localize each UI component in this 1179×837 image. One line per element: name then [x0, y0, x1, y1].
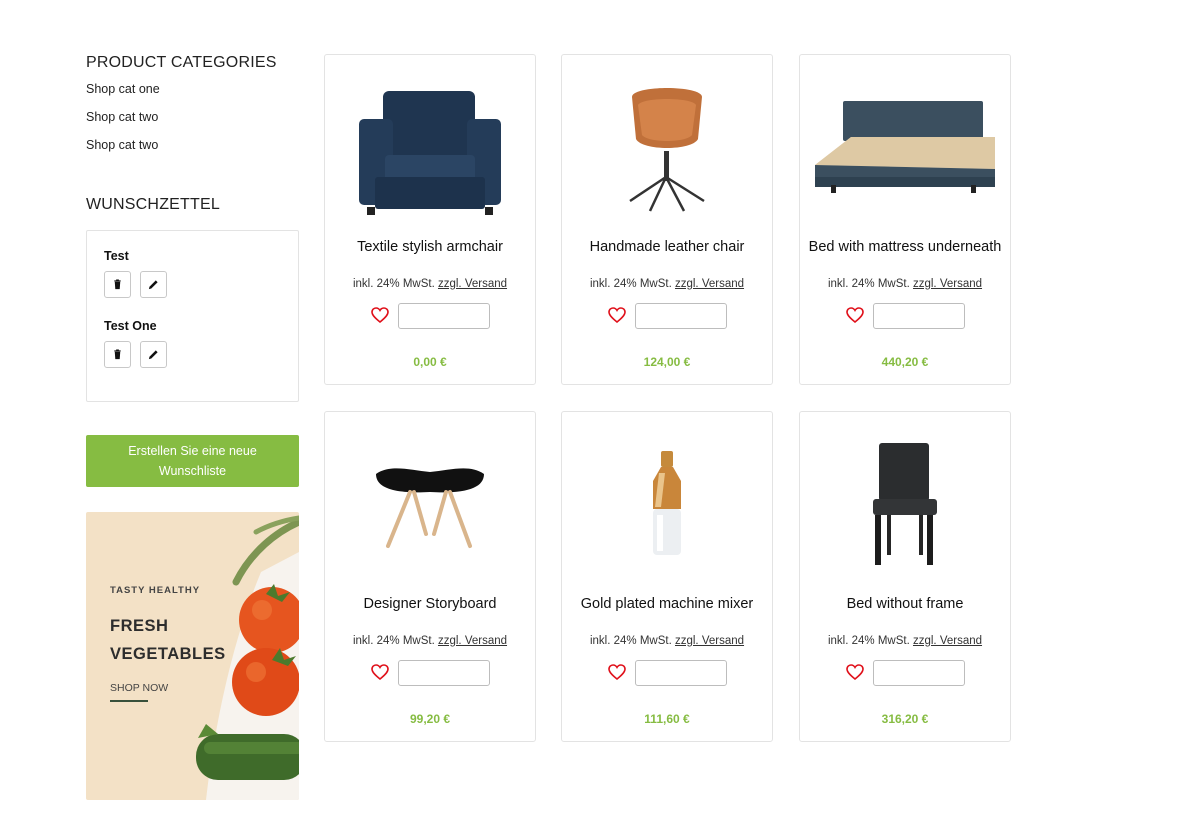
product-card: Bed without frame inkl. 24% MwSt. zzgl. …: [799, 411, 1011, 742]
product-title[interactable]: Bed without frame: [806, 595, 1004, 613]
shipping-link[interactable]: zzgl. Versand: [438, 278, 507, 290]
stool-image: [376, 467, 484, 548]
shipping-link[interactable]: zzgl. Versand: [913, 278, 982, 290]
tax-text: inkl. 24% MwSt.: [352, 278, 435, 290]
quantity-input[interactable]: [873, 303, 965, 329]
product-card: Bed with mattress underneath inkl. 24% M…: [799, 54, 1011, 385]
product-card: Handmade leather chair inkl. 24% MwSt. z…: [561, 54, 773, 385]
mixer-image: [653, 450, 681, 555]
create-wishlist-button[interactable]: Erstellen Sie eine neue Wunschliste: [86, 435, 299, 487]
edit-wishlist-button[interactable]: [140, 271, 167, 298]
shipping-link[interactable]: zzgl. Versand: [438, 635, 507, 647]
bed-image: [815, 100, 995, 193]
shipping-link[interactable]: zzgl. Versand: [913, 635, 982, 647]
shipping-link[interactable]: zzgl. Versand: [675, 278, 744, 290]
tax-info: inkl. 24% MwSt. zzgl. Versand: [800, 635, 1010, 647]
heart-icon[interactable]: [846, 664, 864, 680]
heart-icon[interactable]: [371, 307, 389, 323]
wishlist-actions: [104, 271, 298, 298]
shipping-link[interactable]: zzgl. Versand: [675, 635, 744, 647]
product-title[interactable]: Designer Storyboard: [331, 595, 529, 613]
product-price: 0,00 €: [413, 355, 447, 369]
heart-icon[interactable]: [846, 307, 864, 323]
product-image[interactable]: [336, 426, 524, 581]
tax-text: inkl. 24% MwSt.: [352, 635, 435, 647]
wishlist-name[interactable]: Test One: [104, 318, 298, 334]
wishlist-heading: WUNSCHZETTEL: [86, 196, 220, 213]
trash-icon: [114, 349, 121, 360]
quantity-input[interactable]: [398, 303, 490, 329]
pencil-icon: [148, 280, 158, 290]
heart-icon[interactable]: [608, 664, 626, 680]
quantity-input[interactable]: [873, 660, 965, 686]
heart-icon[interactable]: [371, 664, 389, 680]
banner-underline: [110, 700, 148, 702]
banner-tagline: TASTY HEALTHY: [110, 585, 201, 596]
quantity-input[interactable]: [398, 660, 490, 686]
product-image[interactable]: [811, 426, 999, 581]
heart-icon[interactable]: [608, 307, 626, 323]
edit-wishlist-button[interactable]: [140, 341, 167, 368]
leather-chair-image: [629, 87, 705, 212]
category-list: Shop cat one Shop cat two Shop cat two: [86, 80, 299, 164]
product-title[interactable]: Gold plated machine mixer: [568, 595, 766, 613]
quantity-input[interactable]: [635, 303, 727, 329]
product-image[interactable]: [811, 69, 999, 224]
categories-heading: PRODUCT CATEGORIES: [86, 54, 277, 71]
tax-text: inkl. 24% MwSt.: [827, 635, 910, 647]
wishlist-entry: Test One: [104, 318, 298, 368]
sidebar: PRODUCT CATEGORIES Shop cat one Shop cat…: [86, 54, 299, 800]
category-link[interactable]: Shop cat two: [86, 108, 299, 136]
product-price: 99,20 €: [409, 712, 451, 726]
wishlist-box: Test Test One: [86, 230, 299, 402]
product-title[interactable]: Textile stylish armchair: [331, 238, 529, 256]
quantity-input[interactable]: [635, 660, 727, 686]
product-title[interactable]: Handmade leather chair: [568, 238, 766, 256]
product-card: Gold plated machine mixer inkl. 24% MwSt…: [561, 411, 773, 742]
tax-info: inkl. 24% MwSt. zzgl. Versand: [325, 278, 535, 290]
product-price: 440,20 €: [881, 355, 929, 369]
category-link[interactable]: Shop cat one: [86, 80, 299, 108]
wishlist-name[interactable]: Test: [104, 248, 298, 264]
banner-title: FRESH VEGETABLES: [110, 617, 226, 663]
dining-chair-image: [873, 442, 937, 565]
tax-info: inkl. 24% MwSt. zzgl. Versand: [562, 278, 772, 290]
tax-text: inkl. 24% MwSt.: [589, 635, 672, 647]
shop-now-link[interactable]: SHOP NOW: [110, 682, 168, 694]
tax-info: inkl. 24% MwSt. zzgl. Versand: [800, 278, 1010, 290]
promo-banner[interactable]: TASTY HEALTHY FRESH VEGETABLES SHOP NOW: [86, 512, 299, 800]
tax-info: inkl. 24% MwSt. zzgl. Versand: [562, 635, 772, 647]
pencil-icon: [148, 350, 158, 360]
category-link[interactable]: Shop cat two: [86, 136, 299, 164]
product-price: 111,60 €: [644, 712, 690, 726]
product-price: 316,20 €: [881, 712, 929, 726]
delete-wishlist-button[interactable]: [104, 341, 131, 368]
tax-text: inkl. 24% MwSt.: [827, 278, 910, 290]
tax-info: inkl. 24% MwSt. zzgl. Versand: [325, 635, 535, 647]
product-image[interactable]: [336, 69, 524, 224]
delete-wishlist-button[interactable]: [104, 271, 131, 298]
product-image[interactable]: [573, 426, 761, 581]
product-image[interactable]: [573, 69, 761, 224]
trash-icon: [114, 279, 121, 290]
tax-text: inkl. 24% MwSt.: [589, 278, 672, 290]
armchair-image: [359, 90, 501, 215]
product-card: Designer Storyboard inkl. 24% MwSt. zzgl…: [324, 411, 536, 742]
product-card: Textile stylish armchair inkl. 24% MwSt.…: [324, 54, 536, 385]
product-title[interactable]: Bed with mattress underneath: [806, 238, 1004, 256]
product-price: 124,00 €: [643, 355, 691, 369]
wishlist-actions: [104, 341, 298, 368]
wishlist-entry: Test: [104, 248, 298, 298]
